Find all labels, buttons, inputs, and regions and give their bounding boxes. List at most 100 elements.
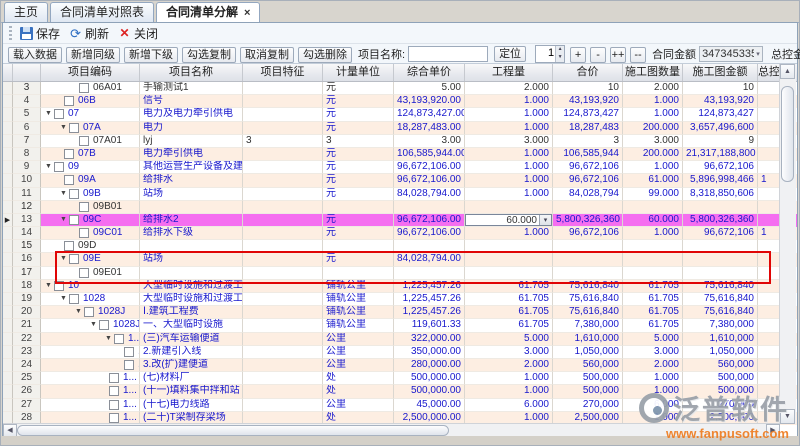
expand-arrow-icon[interactable]: ▼	[105, 333, 114, 345]
table-row[interactable]: 6▼07A电力元18,287,483.001.00018,287,483200.…	[3, 122, 797, 135]
row-checkbox[interactable]	[124, 347, 134, 357]
row-checkbox[interactable]	[69, 254, 79, 264]
column-header-ctrl[interactable]: 总控	[758, 64, 780, 81]
expand-arrow-icon[interactable]: ▼	[75, 306, 84, 318]
column-header-price[interactable]: 综合单价	[394, 64, 465, 81]
table-row[interactable]: 1209B01	[3, 201, 797, 214]
row-checkbox[interactable]	[109, 413, 119, 423]
row-checkbox[interactable]	[54, 109, 64, 119]
table-row[interactable]: 20▼1028JⅠ.建筑工程费铺轨公里1,225,457.2661.70575,…	[3, 306, 797, 319]
row-checkbox[interactable]	[79, 268, 89, 278]
column-header-dqty[interactable]: 施工图数量	[623, 64, 683, 81]
row-checkbox[interactable]	[69, 215, 79, 225]
column-header-total[interactable]: 合价	[553, 64, 623, 81]
table-row[interactable]: ▶13▼09C给排水2元96,672,106.0060.000▾5,800,32…	[3, 214, 797, 227]
table-row[interactable]: 1409C01给排水下级元96,672,106.001.00096,672,10…	[3, 227, 797, 240]
table-row[interactable]: 306A01手输测试1元5.002.000102.00010	[3, 82, 797, 95]
table-row[interactable]: 807B电力牵引供电元106,585,944.001.000106,585,94…	[3, 148, 797, 161]
tab-2[interactable]: 合同清单分解×	[156, 2, 260, 22]
locate-button[interactable]: 定位	[494, 46, 526, 62]
row-checkbox[interactable]	[69, 189, 79, 199]
spinner-down-icon[interactable]: ▼	[555, 54, 564, 62]
expand-arrow-icon[interactable]: ▼	[60, 122, 69, 134]
action-button-4[interactable]: 取消复制	[240, 47, 294, 63]
row-checkbox[interactable]	[69, 294, 79, 304]
table-row[interactable]: 1709E01	[3, 267, 797, 280]
action-button-2[interactable]: 新增下级	[124, 47, 178, 63]
vertical-scrollbar[interactable]: ▲ ▼	[779, 64, 796, 424]
column-header-qty[interactable]: 工程量	[465, 64, 553, 81]
expand-arrow-icon[interactable]: ▼	[45, 108, 54, 120]
action-button-1[interactable]: 新增同级	[66, 47, 120, 63]
row-checkbox[interactable]	[124, 360, 134, 370]
tab-close-icon[interactable]: ×	[244, 7, 250, 19]
scroll-up-button[interactable]: ▲	[780, 64, 795, 79]
expand-arrow-icon[interactable]: ▼	[60, 214, 69, 226]
row-checkbox[interactable]	[109, 400, 119, 410]
row-checkbox[interactable]	[69, 123, 79, 133]
table-row[interactable]: 23..2.新建引入线公里350,000.003.0001,050,0003.0…	[3, 346, 797, 359]
row-checkbox[interactable]	[84, 307, 94, 317]
column-header-code[interactable]: 项目编码	[41, 64, 140, 81]
row-checkbox[interactable]	[114, 334, 124, 344]
table-row[interactable]: 9▼09其他运营生产设备及建筑物元96,672,106.001.00096,67…	[3, 161, 797, 174]
row-checkbox[interactable]	[54, 281, 64, 291]
row-checkbox[interactable]	[99, 320, 109, 330]
row-checkbox[interactable]	[64, 96, 74, 106]
save-button[interactable]: 保存	[17, 24, 66, 43]
row-checkbox[interactable]	[79, 228, 89, 238]
expand-arrow-icon[interactable]: ▼	[45, 161, 54, 173]
spinner-up-icon[interactable]: ▲	[555, 46, 564, 54]
table-row[interactable]: 16▼09E站场元84,028,794.00	[3, 253, 797, 266]
close-button[interactable]: ✕ 关闭	[115, 24, 164, 43]
project-name-input[interactable]	[408, 46, 488, 62]
qty-dropdown-button[interactable]: ▾	[539, 215, 551, 225]
table-row[interactable]: 251...(七)材料厂处500,000.001.000500,0001.000…	[3, 372, 797, 385]
action-button-5[interactable]: 勾选删除	[298, 47, 352, 63]
action-button-0[interactable]: 载入数据	[8, 47, 62, 63]
expand-arrow-icon[interactable]: ▼	[60, 253, 69, 265]
row-checkbox[interactable]	[79, 83, 89, 93]
expand-level-button-3[interactable]: --	[630, 47, 646, 63]
table-row[interactable]: 19▼1028大型临时设施和过渡工程铺轨公里1,225,457.2661.705…	[3, 293, 797, 306]
action-button-3[interactable]: 勾选复制	[182, 47, 236, 63]
expand-arrow-icon[interactable]: ▼	[60, 293, 69, 305]
amount-field-0[interactable]: 347345335▾	[699, 46, 763, 62]
row-checkbox[interactable]	[64, 241, 74, 251]
row-checkbox[interactable]	[109, 373, 119, 383]
row-checkbox[interactable]	[79, 202, 89, 212]
table-row[interactable]: 22▼1...(三)汽车运输便道公里322,000.005.0001,610,0…	[3, 333, 797, 346]
column-header-damt[interactable]: 施工图金额	[683, 64, 758, 81]
qty-editor[interactable]: 60.000▾	[465, 214, 552, 226]
table-row[interactable]: 5▼07电力及电力牵引供电元124,873,427.001.000124,873…	[3, 108, 797, 121]
expand-arrow-icon[interactable]: ▼	[45, 280, 54, 292]
column-header-name[interactable]: 项目名称	[140, 64, 243, 81]
table-row[interactable]: 1009A给排水元96,672,106.001.00096,672,10661.…	[3, 174, 797, 187]
table-row[interactable]: 18▼10大型临时设施和过渡工程铺轨公里1,225,457.2661.70575…	[3, 280, 797, 293]
expand-arrow-icon[interactable]: ▼	[60, 188, 69, 200]
expand-arrow-icon[interactable]: ▼	[90, 319, 99, 331]
expand-level-button-1[interactable]: -	[590, 47, 606, 63]
table-row[interactable]: 11▼09B站场元84,028,794.001.00084,028,79499.…	[3, 188, 797, 201]
column-header-unit[interactable]: 计量单位	[323, 64, 394, 81]
column-header-feat[interactable]: 项目特征	[243, 64, 323, 81]
table-row[interactable]: 24..3.改(扩)建便道公里280,000.002.000560,0002.0…	[3, 359, 797, 372]
row-checkbox[interactable]	[109, 386, 119, 396]
horizontal-scroll-thumb[interactable]	[17, 425, 449, 436]
row-checkbox[interactable]	[79, 136, 89, 146]
table-row[interactable]: 707A01lyj333.003.00033.0009	[3, 135, 797, 148]
tab-0[interactable]: 主页	[4, 2, 48, 22]
combo-arrow-icon[interactable]: ▾	[754, 50, 762, 58]
table-row[interactable]: 21▼1028J01一、大型临时设施铺轨公里119,601.3361.7057,…	[3, 319, 797, 332]
vertical-scroll-thumb[interactable]	[781, 86, 794, 182]
row-checkbox[interactable]	[64, 175, 74, 185]
row-checkbox[interactable]	[64, 149, 74, 159]
table-row[interactable]: 406B信号元43,193,920.001.00043,193,9201.000…	[3, 95, 797, 108]
tab-1[interactable]: 合同清单对照表	[50, 2, 154, 22]
refresh-button[interactable]: ⟳ 刷新	[66, 24, 115, 43]
expand-level-button-2[interactable]: ++	[610, 47, 626, 63]
expand-level-button-0[interactable]: +	[570, 47, 586, 63]
row-checkbox[interactable]	[54, 162, 64, 172]
page-spinner[interactable]: 1 ▲ ▼	[535, 45, 565, 63]
table-row[interactable]: 1509D	[3, 240, 797, 253]
